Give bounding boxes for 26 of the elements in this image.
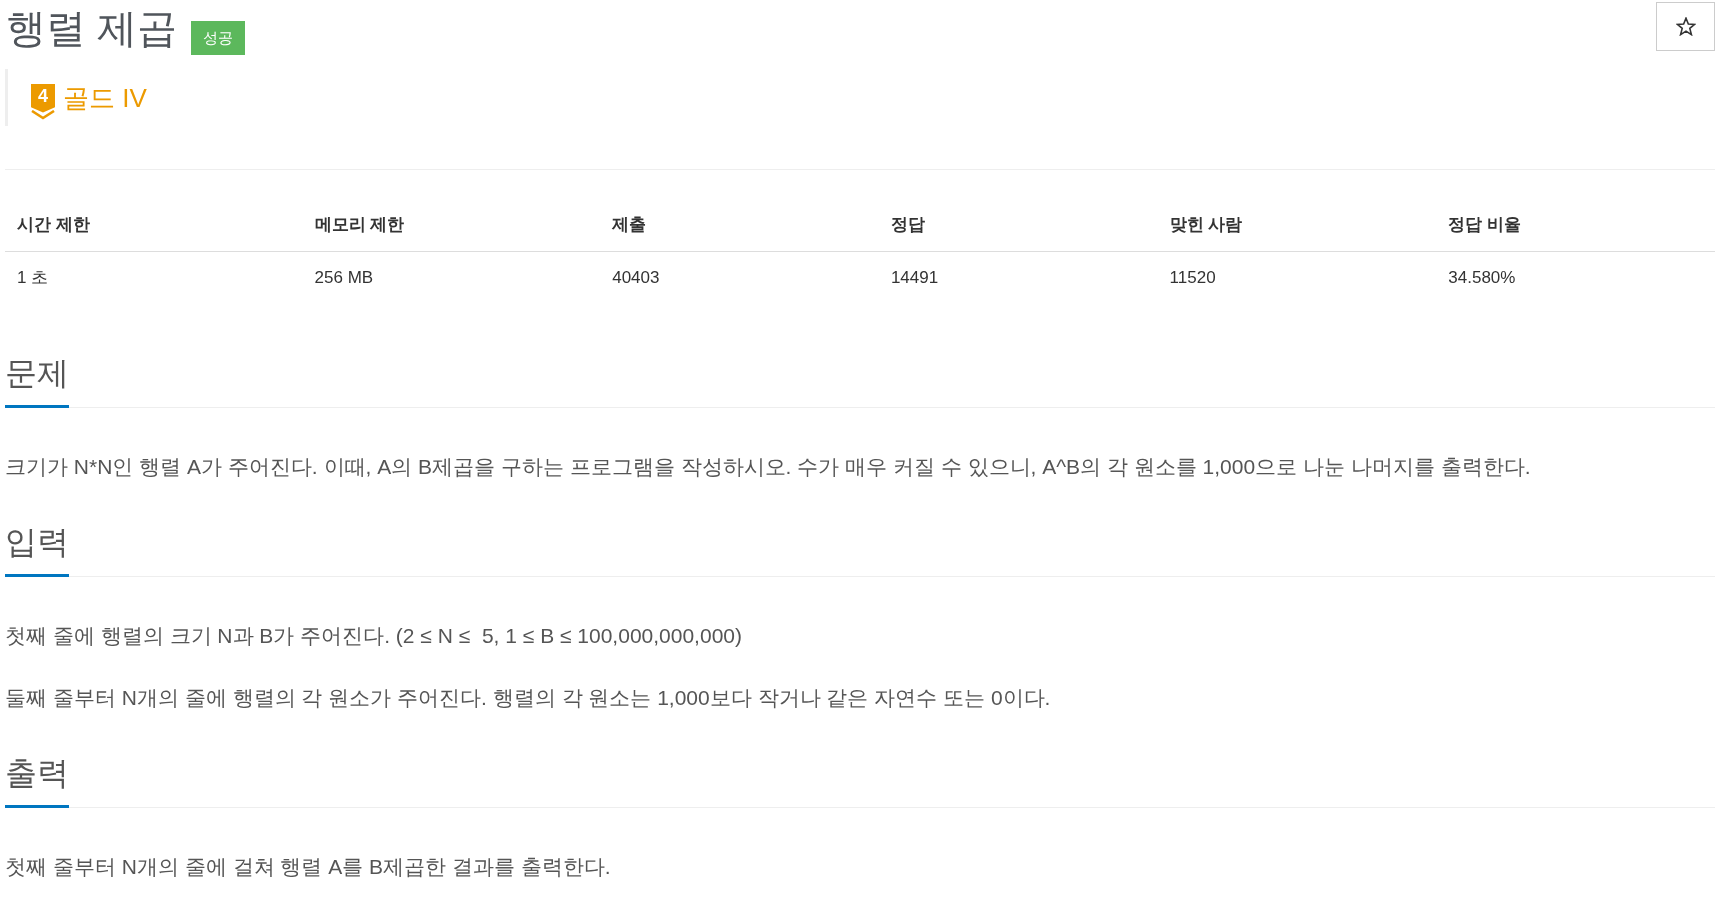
paragraph: 둘째 줄부터 N개의 줄에 행렬의 각 원소가 주어진다. 행렬의 각 원소는 1,000보다 작거나 같은 자연수 또는 0이다.	[5, 685, 1052, 711]
problem-title: 행렬 제곱	[6, 5, 178, 52]
column-header: 정답	[878, 199, 1158, 252]
section-heading: 입력	[5, 522, 69, 577]
tier-label: 골드 IV	[63, 81, 147, 114]
paragraph: 크기가 N*N인 행렬 A가 주어진다. 이때, A의 B제곱을 구하는 프로그램을 작성하시오. 수가 매우 커질 수 있으니, A^B의 각 원소를 1,000으로 나눈 나머지를 출력한다.	[5, 454, 1532, 480]
column-header: 시간 제한	[5, 199, 303, 252]
table-cell: 1 초	[5, 251, 303, 304]
bookmark-button[interactable]	[1656, 2, 1715, 51]
tier-badge: 4	[31, 83, 55, 113]
column-header: 메모리 제한	[302, 199, 601, 252]
paragraph: 첫째 줄부터 N개의 줄에 걸쳐 행렬 A를 B제곱한 결과를 출력한다.	[5, 854, 612, 880]
table-cell: 34.580%	[1436, 251, 1715, 304]
table-cell: 256 MB	[302, 251, 601, 304]
column-header: 맞힌 사람	[1157, 199, 1437, 252]
column-header: 정답 비율	[1436, 199, 1715, 252]
table-cell: 14491	[878, 251, 1158, 304]
chevron-icon	[31, 109, 55, 120]
table-cell: 40403	[600, 251, 879, 304]
star-icon	[1675, 17, 1696, 36]
column-header: 제출	[600, 199, 879, 252]
section-heading: 출력	[5, 753, 69, 808]
paragraph: 첫째 줄에 행렬의 크기 N과 B가 주어진다. (2 ≤ N ≤ 5, 1 ≤ B ≤ 100,000,000,000)	[5, 623, 743, 649]
table-cell: 11520	[1157, 251, 1437, 304]
status-label: 성공	[191, 21, 246, 55]
section-heading: 문제	[5, 353, 69, 408]
